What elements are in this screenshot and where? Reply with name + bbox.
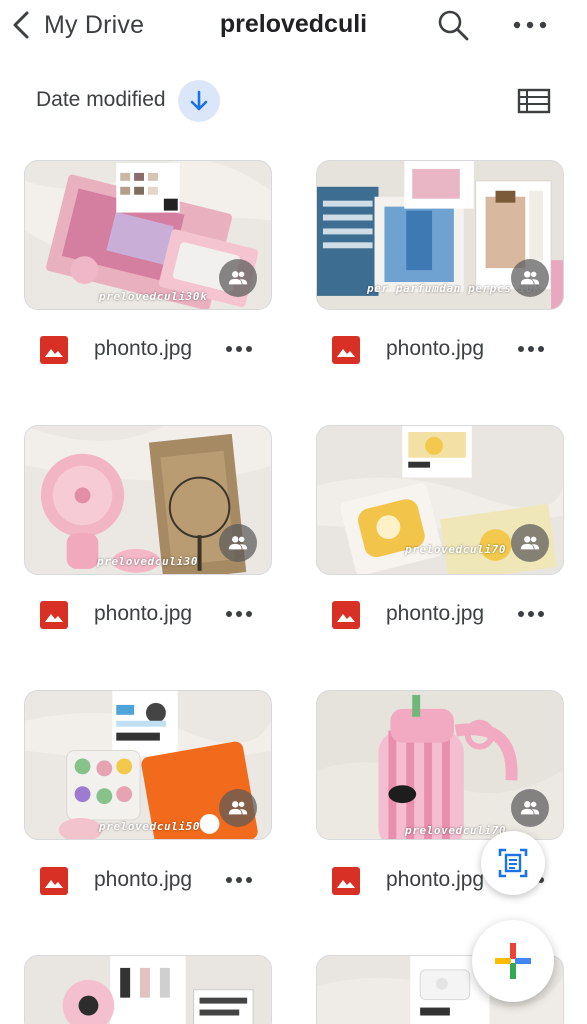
- image-watermark: prelovedculi70: [405, 824, 507, 837]
- file-more-button[interactable]: [222, 865, 256, 895]
- people-icon: [228, 801, 248, 815]
- more-horizontal-icon: [518, 611, 544, 617]
- more-horizontal-icon: [226, 877, 252, 883]
- file-name: phonto.jpg: [94, 602, 193, 625]
- file-item-row[interactable]: phonto.jpg: [24, 330, 272, 370]
- more-options-button[interactable]: [510, 6, 550, 44]
- file-item-row[interactable]: phonto.jpg: [316, 330, 564, 370]
- file-name: phonto.jpg: [386, 602, 485, 625]
- shared-badge: [511, 789, 549, 827]
- file-name: phonto.jpg: [94, 868, 193, 891]
- people-icon: [520, 271, 540, 285]
- file-item-row[interactable]: phonto.jpg: [316, 595, 564, 635]
- image-watermark: prelovedculi30: [97, 555, 199, 568]
- scan-button[interactable]: [481, 831, 545, 895]
- file-name: phonto.jpg: [94, 337, 193, 360]
- image-file-icon: [332, 601, 360, 629]
- file-thumbnail[interactable]: prelovedculi70: [316, 425, 564, 575]
- image-file-icon: [332, 336, 360, 364]
- chevron-left-icon: [13, 11, 29, 39]
- image-watermark: prelovedculi70: [405, 543, 507, 556]
- file-more-button[interactable]: [514, 599, 548, 629]
- thumbnail-image: [25, 956, 271, 1024]
- scan-document-icon: [498, 848, 528, 878]
- file-thumbnail[interactable]: [24, 955, 272, 1024]
- image-watermark: prelovedculi50: [99, 820, 201, 833]
- back-button[interactable]: My Drive: [8, 6, 144, 44]
- sort-bar: Date modified: [0, 78, 587, 122]
- file-more-button[interactable]: [222, 599, 256, 629]
- sort-direction-button[interactable]: [178, 80, 220, 122]
- file-thumbnail[interactable]: prelovedculi30: [24, 425, 272, 575]
- search-icon: [438, 10, 469, 41]
- arrow-down-icon: [190, 90, 208, 111]
- file-item-row[interactable]: phonto.jpg: [24, 861, 272, 901]
- shared-badge: [219, 789, 257, 827]
- file-thumbnail[interactable]: per parfumdan perpcs 10k: [316, 160, 564, 310]
- people-icon: [228, 536, 248, 550]
- back-label: My Drive: [44, 10, 145, 39]
- top-app-bar: My Drive prelovedculi: [0, 0, 587, 52]
- list-view-button[interactable]: [516, 84, 552, 118]
- more-horizontal-icon: [518, 346, 544, 352]
- new-item-button[interactable]: [472, 920, 554, 1002]
- file-thumbnail[interactable]: prelovedculi70: [316, 690, 564, 840]
- file-more-button[interactable]: [514, 334, 548, 364]
- more-horizontal-icon: [226, 611, 252, 617]
- search-button[interactable]: [434, 6, 472, 44]
- file-item-row[interactable]: phonto.jpg: [24, 595, 272, 635]
- shared-badge: [219, 524, 257, 562]
- sort-label[interactable]: Date modified: [36, 88, 166, 112]
- file-name: phonto.jpg: [386, 337, 485, 360]
- more-horizontal-icon: [226, 346, 252, 352]
- image-file-icon: [40, 867, 68, 895]
- google-plus-icon: [495, 943, 531, 979]
- file-thumbnail[interactable]: prelovedculi50: [24, 690, 272, 840]
- people-icon: [228, 271, 248, 285]
- file-thumbnail[interactable]: prelovedculi30k: [24, 160, 272, 310]
- more-horizontal-icon: [513, 21, 547, 29]
- people-icon: [520, 536, 540, 550]
- people-icon: [520, 801, 540, 815]
- image-watermark: prelovedculi30k: [99, 290, 208, 303]
- list-view-icon: [517, 88, 551, 114]
- shared-badge: [511, 259, 549, 297]
- shared-badge: [511, 524, 549, 562]
- image-file-icon: [332, 867, 360, 895]
- file-more-button[interactable]: [222, 334, 256, 364]
- file-name: phonto.jpg: [386, 868, 485, 891]
- shared-badge: [219, 259, 257, 297]
- image-file-icon: [40, 601, 68, 629]
- image-file-icon: [40, 336, 68, 364]
